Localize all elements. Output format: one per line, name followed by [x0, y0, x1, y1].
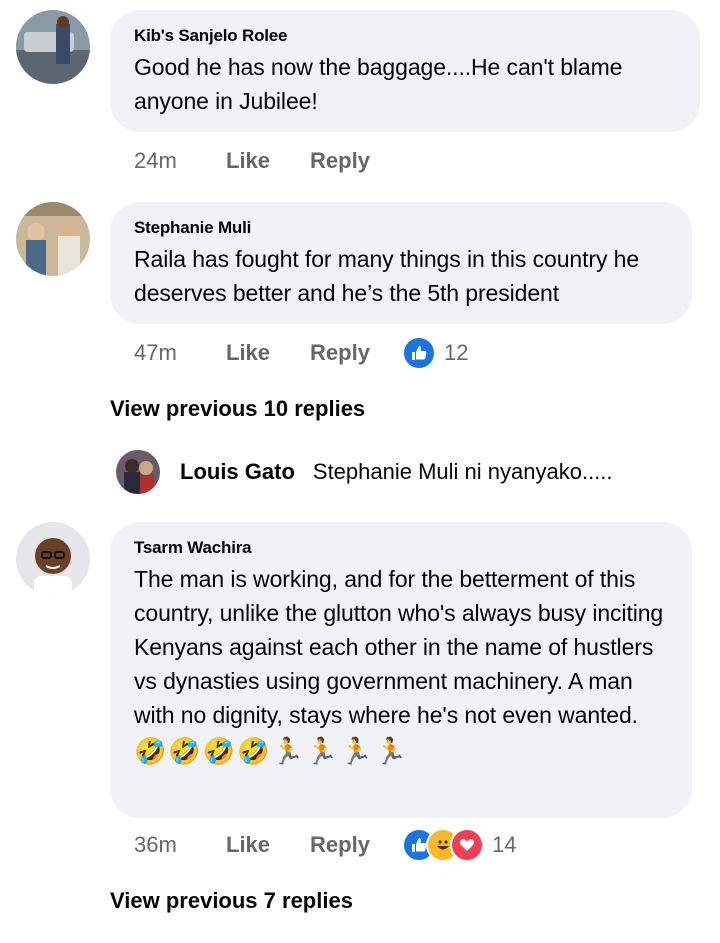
avatar[interactable] — [16, 522, 90, 596]
reaction-summary[interactable]: 12 — [401, 336, 469, 370]
comment-bubble: Stephanie Muli Raila has fought for many… — [110, 202, 692, 324]
thumbs-up-icon — [401, 336, 436, 370]
reaction-summary[interactable]: 14 — [401, 828, 517, 862]
avatar[interactable] — [116, 450, 160, 494]
like-button[interactable]: Like — [226, 832, 270, 858]
comment-time[interactable]: 24m — [134, 148, 226, 174]
comment-author[interactable]: Tsarm Wachira — [134, 538, 666, 558]
comment-time[interactable]: 36m — [134, 832, 226, 858]
avatar[interactable] — [16, 10, 90, 84]
reply-button[interactable]: Reply — [310, 340, 370, 366]
comment-bubble: Kib's Sanjelo Rolee Good he has now the … — [110, 10, 700, 132]
comment-author[interactable]: Kib's Sanjelo Rolee — [134, 26, 674, 46]
reply-author[interactable]: Louis Gato — [180, 459, 295, 485]
reply-text: Stephanie Muli ni nyanyako..... — [312, 459, 613, 484]
reply-button[interactable]: Reply — [310, 148, 370, 174]
reply-preview[interactable]: Louis Gato Stephanie Muli ni nyanyako...… — [116, 450, 613, 494]
like-button[interactable]: Like — [226, 340, 270, 366]
like-button[interactable]: Like — [226, 148, 270, 174]
comment-time[interactable]: 47m — [134, 340, 226, 366]
comment-text: Good he has now the baggage....He can't … — [134, 54, 623, 114]
heart-icon — [449, 828, 484, 862]
comment-text: Raila has fought for many things in this… — [134, 246, 640, 306]
comment-actions: 36m Like Reply 14 — [134, 828, 516, 862]
comment-bubble: Tsarm Wachira The man is working, and fo… — [110, 522, 692, 818]
view-previous-replies-link[interactable]: View previous 10 replies — [110, 396, 365, 422]
view-previous-replies-link[interactable]: View previous 7 replies — [110, 888, 353, 914]
comment-author[interactable]: Stephanie Muli — [134, 218, 666, 238]
comment-actions: 47m Like Reply 12 — [134, 336, 468, 370]
comment-emojis: 🤣🤣🤣🤣🏃🏃🏃🏃 — [134, 736, 409, 766]
reaction-count: 14 — [491, 832, 517, 857]
comment-actions: 24m Like Reply — [134, 144, 410, 178]
avatar[interactable] — [16, 202, 90, 276]
reply-button[interactable]: Reply — [310, 832, 370, 858]
comment-text: The man is working, and for the betterme… — [134, 566, 664, 728]
reaction-count: 12 — [443, 340, 469, 365]
